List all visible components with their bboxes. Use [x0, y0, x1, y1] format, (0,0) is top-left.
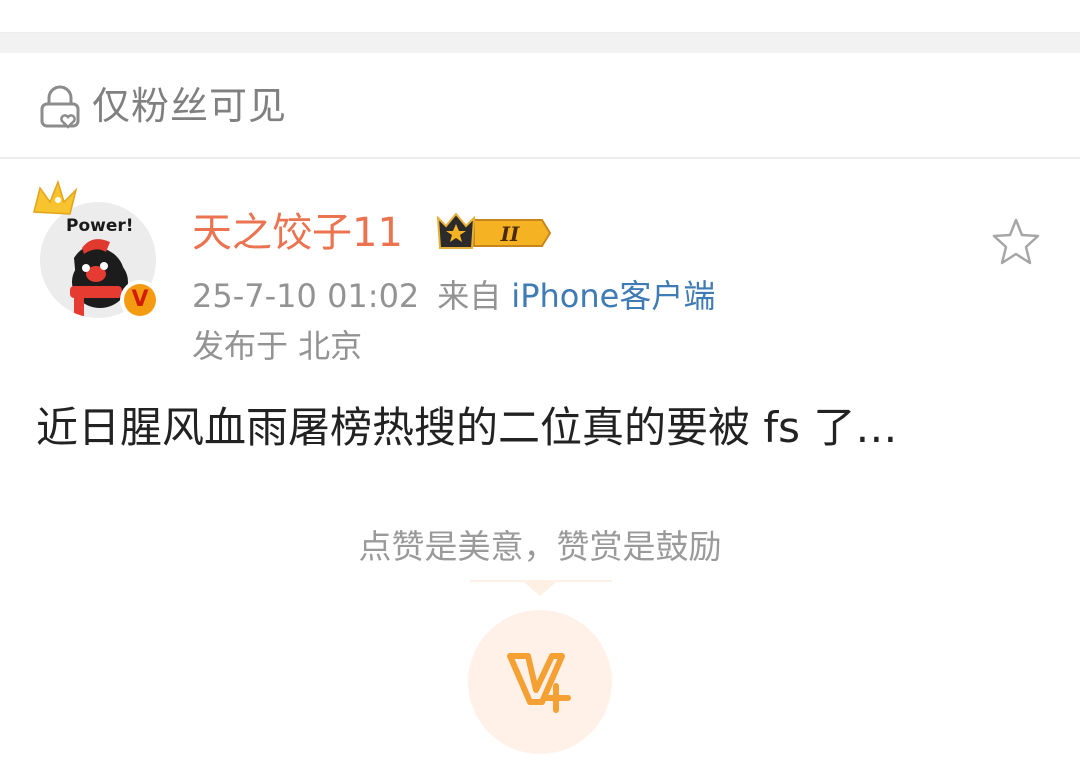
- hint-bubble-arrow: [524, 582, 556, 596]
- crown-icon: [33, 180, 78, 215]
- reward-button[interactable]: [468, 610, 612, 754]
- favorite-star-icon[interactable]: [990, 216, 1042, 268]
- section-divider: [0, 32, 1080, 53]
- top-area: [0, 0, 1080, 32]
- post-text: 近日腥风血雨屠榜热搜的二位真的要被 fs 了…: [36, 403, 898, 452]
- visibility-label: 仅粉丝可见: [92, 84, 288, 128]
- vip-level: II: [500, 222, 520, 246]
- author-name[interactable]: 天之饺子11: [192, 208, 403, 258]
- lock-heart-icon: [40, 85, 80, 129]
- visibility-bar: 仅粉丝可见: [0, 53, 1080, 159]
- post-meta: 25-7-10 01:02 来自 iPhone客户端: [192, 276, 715, 316]
- vip-badge[interactable]: II: [434, 210, 552, 256]
- post-timestamp: 25-7-10 01:02: [192, 277, 420, 315]
- post-location: 发布于 北京: [192, 327, 363, 365]
- verified-badge: V: [120, 280, 160, 320]
- reward-v-plus-icon: [507, 653, 571, 713]
- post-from-label: 来自: [437, 277, 502, 315]
- post-source-link[interactable]: iPhone客户端: [511, 277, 715, 315]
- verified-mark: V: [124, 284, 156, 316]
- reward-hint: 点赞是美意，赞赏是鼓励: [358, 527, 722, 566]
